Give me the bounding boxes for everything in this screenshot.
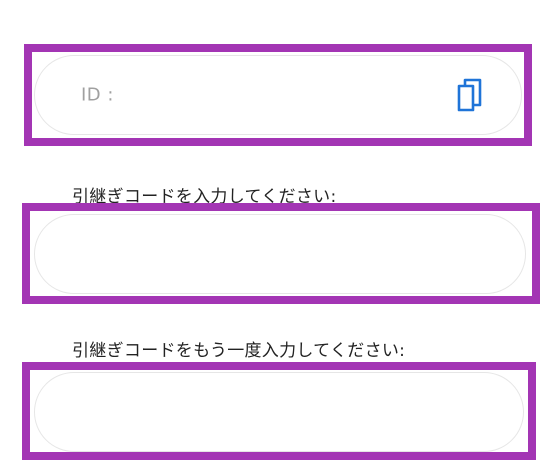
id-label: ID : xyxy=(81,84,114,106)
confirm-code-field-highlight xyxy=(22,362,536,460)
code-input-container xyxy=(34,214,526,294)
confirm-code-input-container xyxy=(34,372,524,452)
copy-id-button[interactable] xyxy=(457,78,483,112)
confirm-code-field-label: 引継ぎコードをもう一度入力してください: xyxy=(72,341,406,361)
code-field-highlight xyxy=(22,203,540,304)
code-input[interactable] xyxy=(57,215,503,293)
id-field[interactable]: ID : xyxy=(34,55,522,135)
copy-icon xyxy=(457,78,482,112)
confirm-code-input[interactable] xyxy=(57,373,501,451)
id-field-highlight: ID : xyxy=(24,44,532,146)
